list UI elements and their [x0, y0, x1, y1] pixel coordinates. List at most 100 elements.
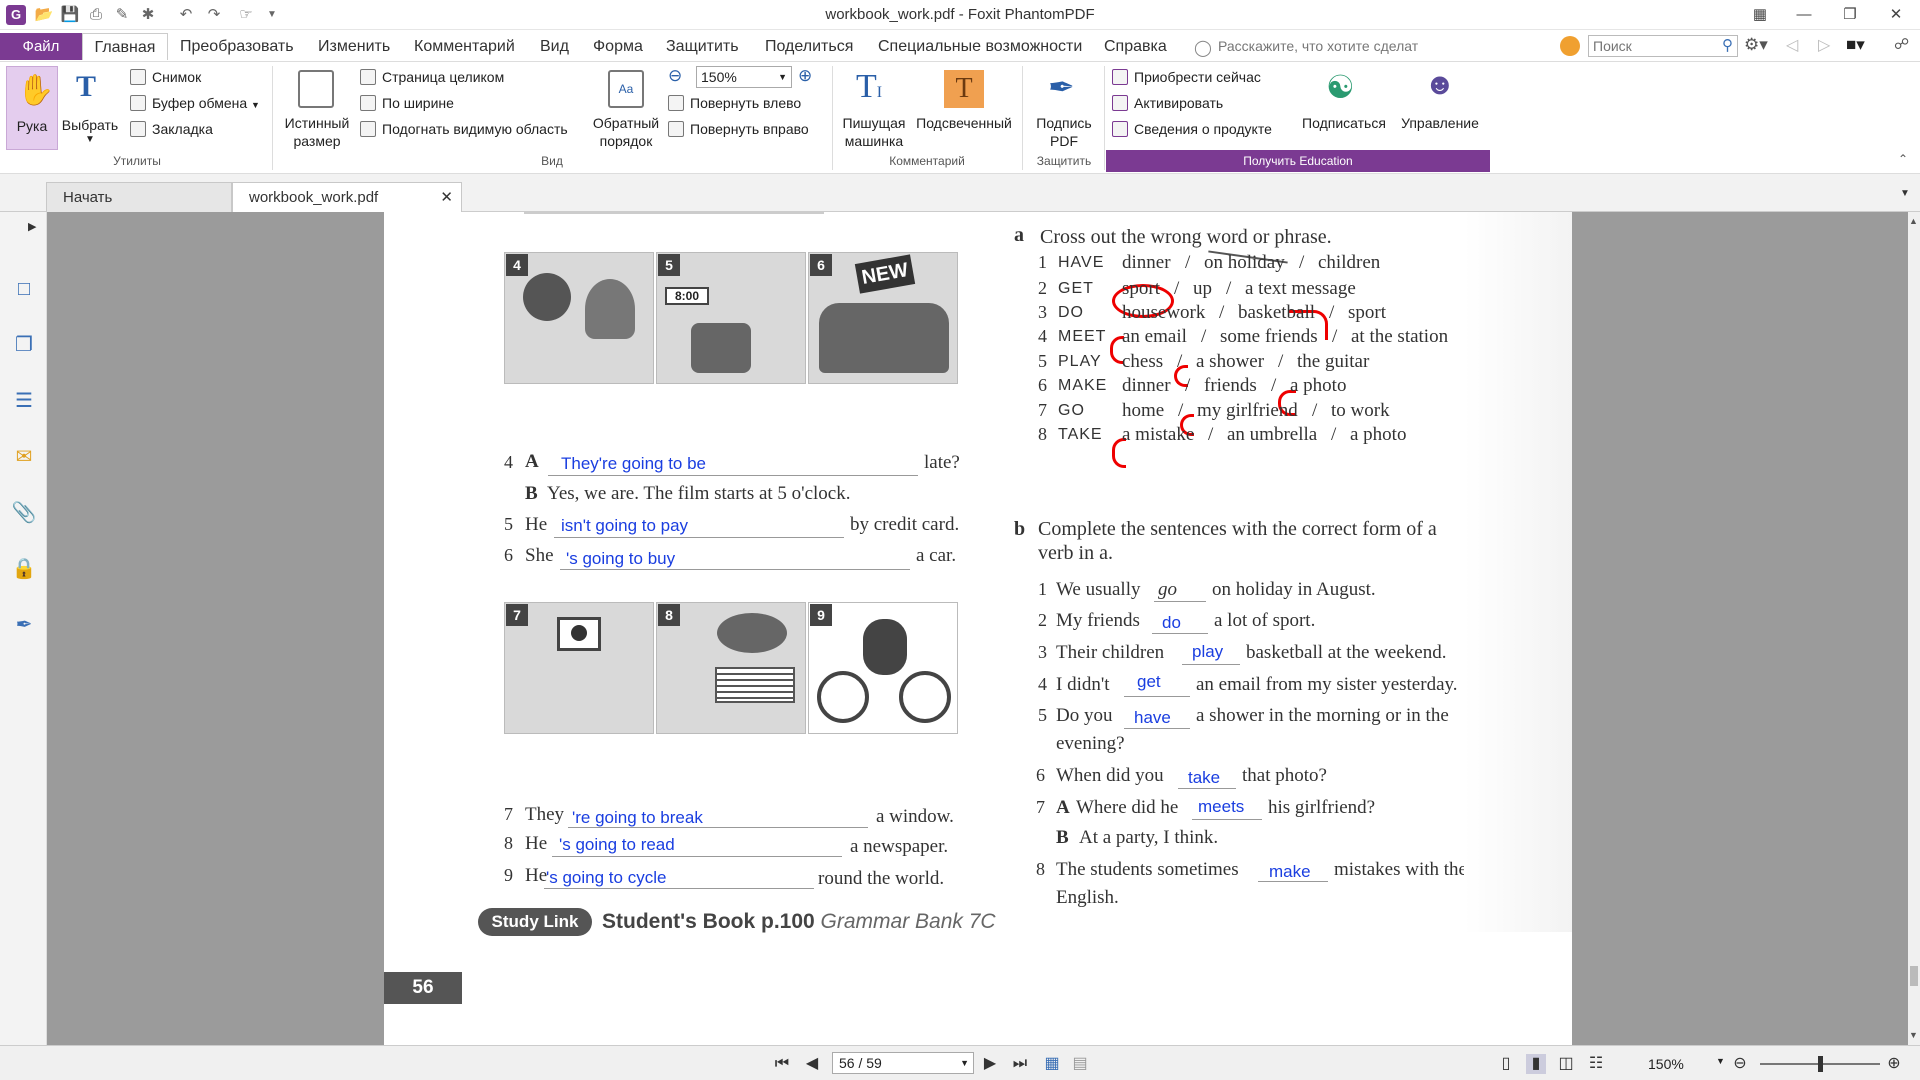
actual-size-button[interactable]: Истинный размер: [278, 66, 356, 150]
clipboard-button[interactable]: Буфер обмена ▼: [130, 92, 260, 114]
tab-comment[interactable]: Комментарий: [414, 33, 515, 60]
bookmark-button[interactable]: Закладка: [130, 118, 213, 140]
pdf-page[interactable]: 4 8:00 5 NEW 6 4 A They're going to be l…: [384, 212, 1572, 1045]
tab-file[interactable]: Файл: [0, 33, 82, 60]
bleed-through-area: [1464, 212, 1572, 932]
tab-form[interactable]: Форма: [593, 33, 643, 60]
tab-help[interactable]: Справка: [1104, 33, 1167, 60]
pages-icon[interactable]: ❐: [11, 332, 37, 358]
rotate-right-button[interactable]: Повернуть вправо: [668, 118, 809, 140]
tab-list-dropdown-icon[interactable]: ▼: [1900, 188, 1910, 199]
zoom-in-status-icon[interactable]: ⊕: [1884, 1054, 1904, 1074]
typewriter-button[interactable]: TI Пишущая машинка: [836, 66, 912, 150]
expand-panel-icon[interactable]: ▶: [28, 220, 36, 233]
answer-9[interactable]: 's going to cycle: [546, 868, 666, 888]
zoom-in-icon[interactable]: ⊕: [798, 66, 812, 86]
search-icon[interactable]: ⚲: [1722, 36, 1733, 54]
activate-button[interactable]: Активировать: [1112, 92, 1223, 114]
reflow-icon[interactable]: ▤: [1070, 1054, 1090, 1074]
close-button[interactable]: ✕: [1880, 3, 1912, 27]
zoom-out-icon[interactable]: ⊖: [668, 66, 682, 86]
reverse-order-button[interactable]: Aa Обратный порядок: [588, 66, 664, 150]
answer-b2[interactable]: do: [1162, 613, 1181, 633]
user-icon[interactable]: ■▾: [1846, 35, 1865, 55]
answer-8[interactable]: 's going to read: [559, 835, 675, 855]
continuous-icon[interactable]: ▮: [1526, 1054, 1546, 1074]
answer-b7[interactable]: meets: [1198, 797, 1244, 817]
hand-button[interactable]: ✋ Рука: [6, 66, 58, 150]
minimize-button[interactable]: —: [1788, 3, 1820, 27]
layers-icon[interactable]: ☰: [11, 388, 37, 414]
attachments-icon[interactable]: 📎: [11, 500, 37, 526]
facing-icon[interactable]: ◫: [1556, 1054, 1576, 1074]
subscribe-button[interactable]: ☯ Подписаться: [1296, 66, 1392, 150]
close-tab-icon[interactable]: ✕: [440, 183, 453, 213]
grid-icon[interactable]: ▦: [1744, 3, 1776, 27]
tab-start[interactable]: Начать: [46, 182, 232, 212]
answer-b1[interactable]: go: [1158, 579, 1177, 601]
answer-b3[interactable]: play: [1192, 642, 1223, 662]
security-lock-icon[interactable]: 🔒: [11, 556, 37, 582]
tab-view[interactable]: Вид: [540, 33, 569, 60]
answer-6[interactable]: 's going to buy: [566, 549, 675, 569]
answer-4[interactable]: They're going to be: [561, 454, 706, 474]
previous-page-icon[interactable]: ◀: [802, 1054, 822, 1074]
buy-now-button[interactable]: Приобрести сейчас: [1112, 66, 1261, 88]
tell-me-input[interactable]: Расскажите, что хотите сделат: [1218, 33, 1418, 60]
zoom-dropdown-icon[interactable]: ▼: [1716, 1056, 1725, 1066]
zoom-select[interactable]: 150% ▼: [696, 66, 792, 88]
next-page-icon[interactable]: ▶: [980, 1054, 1000, 1074]
sign-pdf-button[interactable]: ✒ Подпись PDF: [1026, 66, 1102, 150]
continuous-facing-icon[interactable]: ☷: [1586, 1054, 1606, 1074]
zoom-status-value[interactable]: 150%: [1648, 1056, 1684, 1072]
product-info-button[interactable]: Сведения о продукте: [1112, 118, 1272, 140]
page-number-input[interactable]: 56 / 59 ▼: [832, 1052, 974, 1074]
signature-icon[interactable]: ✒: [11, 612, 37, 638]
answer-b5[interactable]: have: [1134, 708, 1171, 728]
ribbon: ✋ Рука T Выбрать ▼ Снимок Буфер обмена ▼…: [0, 62, 1920, 174]
tab-accessibility[interactable]: Специальные возможности: [878, 33, 1082, 60]
collapse-ribbon-icon[interactable]: ⌃: [1898, 152, 1908, 166]
last-page-icon[interactable]: ⏭: [1010, 1054, 1030, 1074]
settings-gear-icon[interactable]: ⚙▾: [1744, 35, 1768, 55]
answer-b6[interactable]: take: [1188, 768, 1220, 788]
sentence-start: He: [525, 514, 548, 535]
fit-page-status-icon[interactable]: ▦: [1042, 1054, 1062, 1074]
scroll-down-icon[interactable]: ▼: [1909, 1030, 1918, 1040]
snapshot-button[interactable]: Снимок: [130, 66, 201, 88]
search-box[interactable]: ⚲: [1588, 35, 1738, 57]
tab-document[interactable]: workbook_work.pdf ✕: [232, 182, 462, 212]
fit-visible-button[interactable]: Подогнать видимую область: [360, 118, 568, 140]
rotate-left-button[interactable]: Повернуть влево: [668, 92, 801, 114]
unlock-icon[interactable]: ☍: [1894, 35, 1909, 53]
vertical-scrollbar[interactable]: ▲ ▼: [1908, 212, 1920, 1045]
answer-b8[interactable]: make: [1269, 862, 1311, 882]
select-button[interactable]: T Выбрать ▼: [58, 66, 122, 150]
answer-b4[interactable]: get: [1137, 672, 1161, 692]
answer-5[interactable]: isn't going to pay: [561, 516, 688, 536]
nav-back-icon[interactable]: ◁: [1786, 35, 1798, 55]
tab-convert[interactable]: Преобразовать: [180, 33, 294, 60]
zoom-out-status-icon[interactable]: ⊖: [1730, 1054, 1750, 1074]
tab-share[interactable]: Поделиться: [765, 33, 853, 60]
nav-forward-icon[interactable]: ▷: [1818, 35, 1830, 55]
tab-edit[interactable]: Изменить: [318, 33, 390, 60]
single-page-icon[interactable]: ▯: [1496, 1054, 1516, 1074]
scroll-up-icon[interactable]: ▲: [1909, 216, 1918, 226]
smiley-icon[interactable]: [1560, 36, 1580, 56]
scroll-thumb[interactable]: [1910, 966, 1918, 986]
restore-button[interactable]: ❐: [1834, 3, 1866, 27]
fit-page-button[interactable]: Страница целиком: [360, 66, 504, 88]
get-education-banner[interactable]: Получить Education: [1106, 150, 1490, 172]
tab-protect[interactable]: Защитить: [666, 33, 739, 60]
fit-width-button[interactable]: По ширине: [360, 92, 454, 114]
zoom-slider-thumb[interactable]: [1818, 1056, 1823, 1072]
highlight-button[interactable]: T Подсвеченный: [912, 66, 1016, 150]
search-input[interactable]: [1589, 36, 1709, 56]
first-page-icon[interactable]: ⏮: [772, 1054, 792, 1074]
tab-home[interactable]: Главная: [82, 33, 168, 60]
comments-icon[interactable]: ✉: [11, 444, 37, 470]
answer-7[interactable]: 're going to break: [572, 808, 703, 828]
manage-button[interactable]: ☻ Управление: [1392, 66, 1488, 150]
page-thumbnails-icon[interactable]: □: [11, 276, 37, 302]
